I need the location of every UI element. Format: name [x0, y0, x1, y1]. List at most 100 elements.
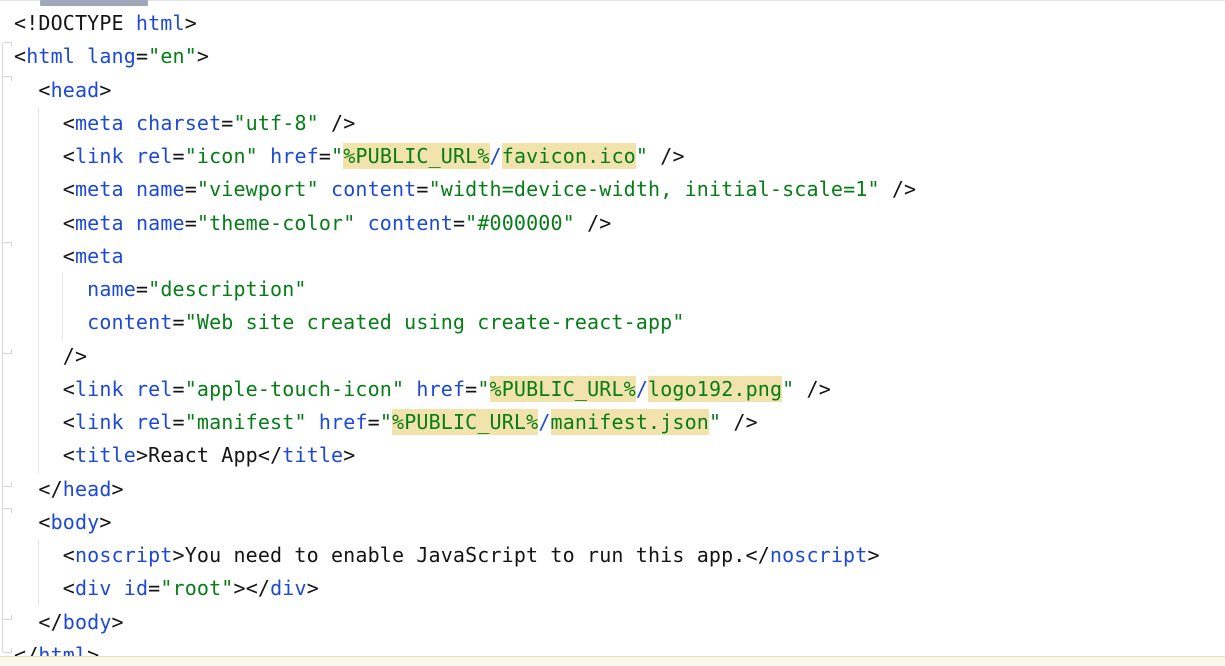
punctuation-token: <: [14, 610, 51, 634]
punctuation-token: />: [721, 410, 758, 434]
code-line[interactable]: />: [14, 340, 1225, 373]
tag-name-token: body: [63, 610, 112, 634]
attribute-name-token: charset: [136, 111, 221, 135]
tag-name-token: div: [270, 576, 307, 600]
punctuation-token: />: [319, 111, 356, 135]
punctuation-token: />: [648, 144, 685, 168]
punctuation-token: =: [136, 277, 148, 301]
code-line[interactable]: <div id="root"></div>: [14, 572, 1225, 605]
code-line[interactable]: <meta name="theme-color" content="#00000…: [14, 207, 1225, 240]
punctuation-token: /: [51, 477, 63, 501]
attribute-name-token: href: [270, 144, 319, 168]
punctuation-token: =: [368, 410, 380, 434]
attribute-name-token: rel: [136, 410, 173, 434]
punctuation-token: =: [465, 377, 477, 401]
punctuation-token: [124, 377, 136, 401]
string-token: ": [636, 144, 648, 168]
fold-region-indicator[interactable]: [2, 508, 11, 620]
tag-name-token: noscript: [770, 543, 868, 567]
attribute-name-token: href: [319, 410, 368, 434]
punctuation-token: <: [14, 144, 75, 168]
punctuation-token: <: [14, 44, 26, 68]
text-token: React App: [148, 443, 258, 467]
template-placeholder-token: %PUBLIC_URL%: [490, 376, 636, 402]
template-placeholder-token: favicon.ico: [502, 143, 636, 169]
string-token: ": [331, 144, 343, 168]
punctuation-token: <: [246, 576, 258, 600]
punctuation-token: <: [746, 543, 758, 567]
tag-name-token: meta: [75, 244, 124, 268]
code-area[interactable]: <!DOCTYPE html><html lang="en"> <head> <…: [0, 7, 1225, 666]
code-line[interactable]: <html lang="en">: [14, 40, 1225, 73]
text-token: You need to enable JavaScript to run thi…: [185, 543, 746, 567]
tag-name-token: head: [63, 477, 112, 501]
string-token: "description": [148, 277, 306, 301]
string-token: "viewport": [197, 177, 319, 201]
punctuation-token: <: [14, 211, 75, 235]
punctuation-token: <: [14, 244, 75, 268]
path-separator-token: /: [636, 377, 648, 401]
punctuation-token: <: [14, 111, 75, 135]
punctuation-token: >: [197, 44, 209, 68]
punctuation-token: /: [51, 610, 63, 634]
punctuation-token: =: [221, 111, 233, 135]
string-token: ": [709, 410, 721, 434]
fold-region-indicator[interactable]: [2, 242, 11, 354]
punctuation-token: />: [794, 377, 831, 401]
attribute-name-token: id: [124, 576, 148, 600]
attribute-name-token: name: [136, 211, 185, 235]
code-line[interactable]: <!DOCTYPE html>: [14, 7, 1225, 40]
string-token: "Web site created using create-react-app…: [185, 310, 685, 334]
punctuation-token: [258, 144, 270, 168]
string-token: ": [380, 410, 392, 434]
indent-guide: [38, 107, 39, 473]
tag-name-token: meta: [75, 177, 124, 201]
indent-guide: [38, 539, 39, 606]
punctuation-token: <: [14, 78, 51, 102]
punctuation-token: />: [575, 211, 612, 235]
code-line[interactable]: </body>: [14, 606, 1225, 639]
horizontal-scrollbar-track[interactable]: [0, 0, 1225, 1]
path-separator-token: /: [538, 410, 550, 434]
template-placeholder-token: logo192.png: [648, 376, 782, 402]
punctuation-token: <: [14, 543, 75, 567]
bottom-bar: [0, 656, 1225, 666]
attribute-name-token: name: [87, 277, 136, 301]
attribute-name-token: rel: [136, 377, 173, 401]
punctuation-token: [124, 111, 136, 135]
punctuation-token: [14, 310, 87, 334]
punctuation-token: >: [867, 543, 879, 567]
tag-name-token: html: [26, 44, 75, 68]
punctuation-token: [112, 576, 124, 600]
horizontal-scrollbar-thumb[interactable]: [40, 0, 148, 6]
code-line[interactable]: <link rel="icon" href="%PUBLIC_URL%/favi…: [14, 140, 1225, 173]
code-line[interactable]: <link rel="apple-touch-icon" href="%PUBL…: [14, 373, 1225, 406]
attribute-name-token: href: [416, 377, 465, 401]
punctuation-token: <: [14, 576, 75, 600]
punctuation-token: [124, 177, 136, 201]
template-placeholder-token: manifest.json: [551, 409, 709, 435]
tag-name-token: body: [51, 510, 100, 534]
punctuation-token: /: [270, 443, 282, 467]
tag-name-token: title: [75, 443, 136, 467]
punctuation-token: <: [14, 443, 75, 467]
code-line[interactable]: <meta: [14, 240, 1225, 273]
code-line[interactable]: </head>: [14, 473, 1225, 506]
code-line[interactable]: content="Web site created using create-r…: [14, 306, 1225, 339]
code-line[interactable]: <link rel="manifest" href="%PUBLIC_URL%/…: [14, 406, 1225, 439]
code-line[interactable]: name="description": [14, 273, 1225, 306]
punctuation-token: =: [173, 144, 185, 168]
punctuation-token: >: [185, 11, 197, 35]
punctuation-token: [404, 377, 416, 401]
punctuation-token: [124, 211, 136, 235]
tag-name-token: noscript: [75, 543, 173, 567]
code-line[interactable]: <body>: [14, 506, 1225, 539]
code-line[interactable]: <meta charset="utf-8" />: [14, 107, 1225, 140]
code-line[interactable]: <noscript>You need to enable JavaScript …: [14, 539, 1225, 572]
punctuation-token: [14, 277, 87, 301]
code-line[interactable]: <head>: [14, 74, 1225, 107]
tag-name-token: meta: [75, 111, 124, 135]
punctuation-token: =: [185, 211, 197, 235]
code-line[interactable]: <title>React App</title>: [14, 439, 1225, 472]
code-line[interactable]: <meta name="viewport" content="width=dev…: [14, 173, 1225, 206]
